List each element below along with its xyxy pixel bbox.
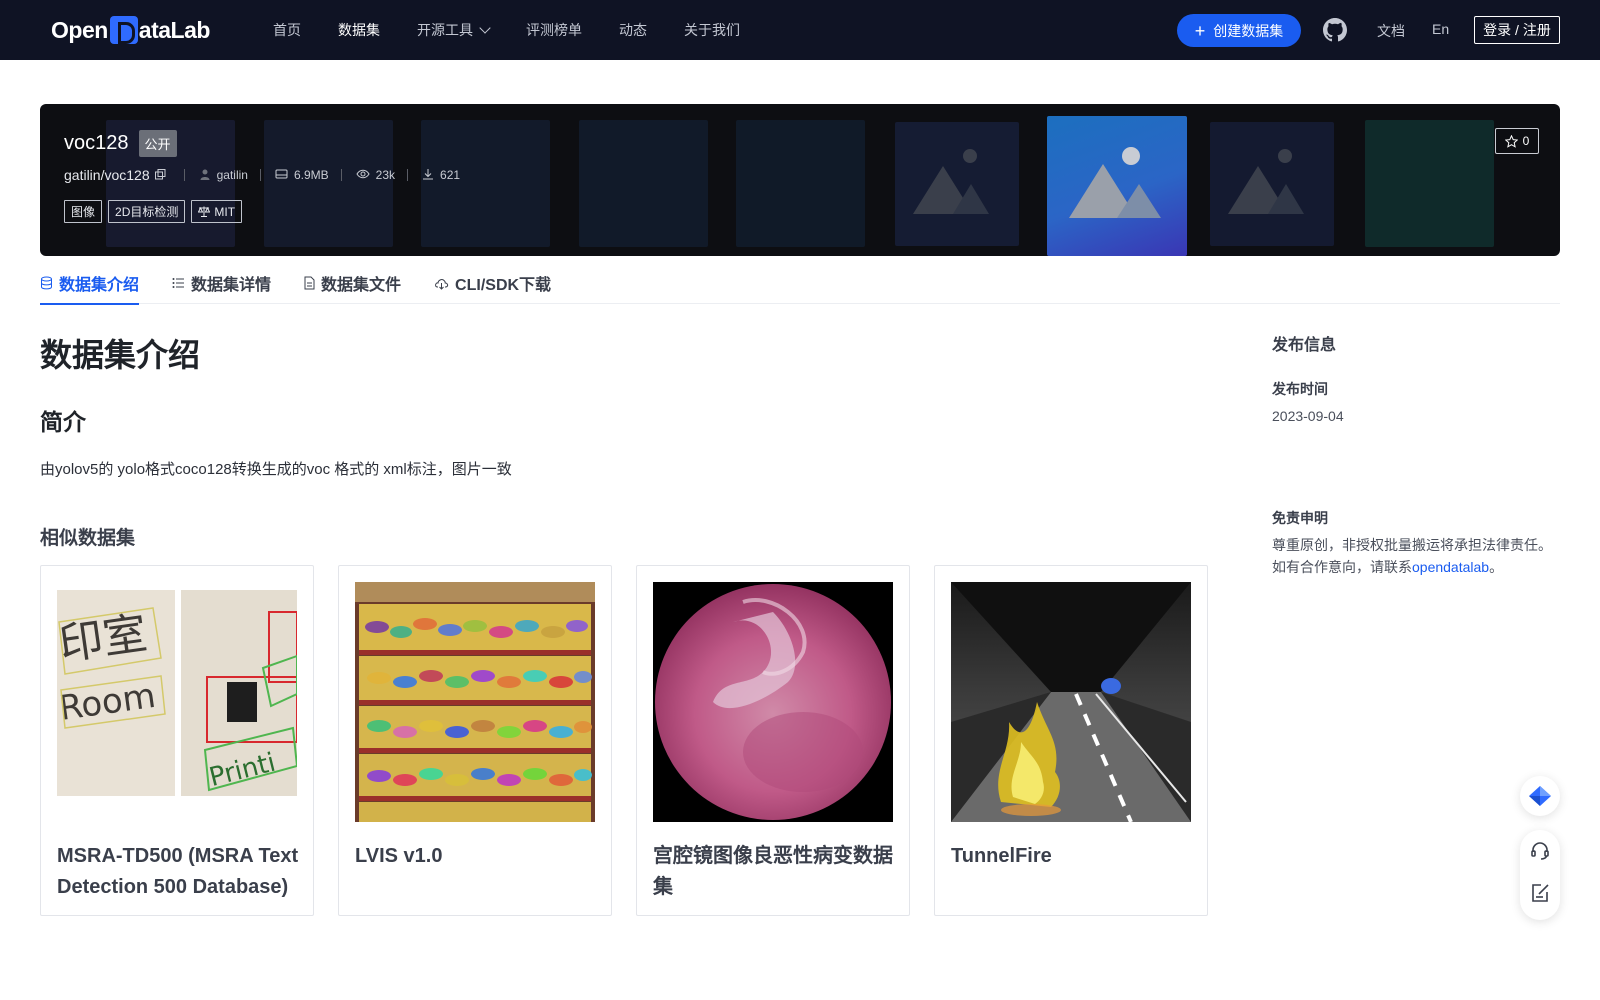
view-count: 23k — [375, 168, 396, 182]
tag-modality[interactable]: 图像 — [64, 200, 103, 223]
eye-icon — [356, 168, 370, 182]
banner-thumbnail — [264, 120, 393, 247]
similar-dataset-card[interactable]: TunnelFire — [934, 565, 1208, 916]
dataset-card-title[interactable]: 宫腔镜图像良恶性病变数据集 — [653, 841, 898, 903]
dataset-preview-image — [653, 582, 893, 822]
login-register-button[interactable]: 登录 / 注册 — [1474, 16, 1560, 44]
disclaimer-text: 尊重原创，非授权批量搬运将承担法律责任。如有合作意向，请联系opendatala… — [1272, 537, 1552, 575]
download-count: 621 — [440, 168, 461, 182]
tab-cli-sdk-download[interactable]: CLI/SDK下载 — [434, 262, 551, 304]
dataset-preview-image — [355, 582, 595, 822]
star-count: 0 — [1522, 134, 1530, 148]
dataset-path: gatilin/voc128 — [64, 167, 172, 183]
tab-dataset-details[interactable]: 数据集详情 — [172, 262, 271, 304]
section-title-similar: 相似数据集 — [40, 528, 136, 549]
similar-dataset-card[interactable]: 宫腔镜图像良恶性病变数据集 — [636, 565, 910, 916]
dataset-card-title[interactable]: TunnelFire — [951, 841, 1196, 872]
chevron-down-icon — [479, 22, 491, 34]
image-placeholder-icon — [1210, 122, 1334, 246]
main-nav: 首页 数据集 开源工具 评测榜单 动态 关于我们 — [273, 0, 777, 60]
nav-item-about[interactable]: 关于我们 — [684, 20, 740, 40]
scale-icon — [198, 206, 211, 217]
dataset-meta: gatilin/voc128 gatilin 6.9MB 23k 621 — [64, 167, 460, 183]
tag-task[interactable]: 2D目标检测 — [108, 200, 186, 223]
banner-thumbnail — [736, 120, 865, 247]
dataset-preview-image: 印室 Room Printi — [57, 582, 297, 822]
language-switch[interactable]: En — [1432, 21, 1449, 37]
dataset-tags: 图像 2D目标检测 MIT — [64, 200, 248, 223]
nav-item-datasets[interactable]: 数据集 — [338, 20, 380, 40]
image-placeholder-icon — [895, 122, 1019, 246]
disk-size-icon — [275, 168, 288, 183]
dataset-size: 6.9MB — [293, 168, 329, 182]
nav-item-leaderboard[interactable]: 评测榜单 — [526, 20, 582, 40]
intro-text: 由yolov5的 yolo格式coco128转换生成的voc 格式的 xml标注… — [40, 461, 512, 478]
top-navbar: Open ataLab 首页 数据集 开源工具 评测榜单 动态 关于我们 + 创建数… — [0, 0, 1600, 60]
tab-dataset-intro[interactable]: 数据集介绍 — [40, 262, 140, 305]
dataset-banner: voc128 公开 gatilin/voc128 gatilin 6.9MB 2… — [40, 104, 1560, 256]
banner-thumbnail — [421, 120, 550, 247]
dataset-title: voc128 公开 — [64, 130, 177, 157]
cloud-download-icon — [434, 277, 449, 290]
headset-icon[interactable] — [1530, 841, 1550, 861]
dataset-card-title[interactable]: LVIS v1.0 — [355, 841, 600, 872]
nav-item-open-tools[interactable]: 开源工具 — [417, 20, 491, 40]
banner-thumbnail — [579, 120, 708, 247]
logo-mark-icon — [109, 16, 138, 44]
page-title: 数据集介绍 — [40, 337, 201, 373]
disclaimer-label: 免责申明 — [1272, 510, 1328, 526]
docs-link[interactable]: 文档 — [1377, 21, 1405, 41]
star-button[interactable]: 0 — [1495, 128, 1539, 154]
tag-license[interactable]: MIT — [191, 200, 243, 223]
similar-datasets: 印室 Room Printi MSRA-TD500 (MSRA Text Det… — [40, 565, 1232, 916]
similar-dataset-card[interactable]: LVIS v1.0 — [338, 565, 612, 916]
dataset-tabs: 数据集介绍 数据集详情 数据集文件 CLI/SDK下载 — [40, 262, 1560, 305]
diamond-icon — [1528, 785, 1552, 807]
plus-icon: + — [1194, 20, 1206, 41]
dataset-name: voc128 — [64, 132, 129, 154]
dataset-preview-image — [951, 582, 1191, 822]
publish-date: 2023-09-04 — [1272, 408, 1344, 424]
publish-date-label: 发布时间 — [1272, 381, 1328, 397]
publish-info-title: 发布信息 — [1272, 337, 1337, 354]
feedback-edit-icon[interactable] — [1530, 883, 1550, 903]
image-placeholder-icon — [1047, 116, 1187, 256]
user-avatar-icon — [199, 168, 211, 183]
floating-assistant-button[interactable] — [1520, 776, 1560, 816]
owner-name[interactable]: gatilin — [217, 168, 248, 182]
nav-item-home[interactable]: 首页 — [273, 20, 301, 40]
nav-item-news[interactable]: 动态 — [619, 20, 647, 40]
star-icon — [1504, 134, 1518, 148]
banner-thumbnail — [1365, 120, 1494, 247]
opendatalab-link[interactable]: opendatalab — [1412, 559, 1489, 575]
database-icon — [40, 276, 53, 290]
floating-tools — [1520, 830, 1560, 920]
similar-dataset-card[interactable]: 印室 Room Printi MSRA-TD500 (MSRA Text Det… — [40, 565, 314, 916]
list-icon — [172, 277, 185, 289]
create-dataset-button[interactable]: + 创建数据集 — [1177, 14, 1301, 47]
file-icon — [304, 276, 315, 290]
dataset-card-title[interactable]: MSRA-TD500 (MSRA Text Detection 500 Data… — [57, 841, 302, 903]
download-icon — [422, 168, 434, 183]
tab-dataset-files[interactable]: 数据集文件 — [304, 262, 401, 304]
copy-icon[interactable] — [154, 167, 166, 183]
visibility-badge: 公开 — [138, 130, 177, 157]
github-icon[interactable] — [1323, 18, 1347, 42]
section-title-summary: 简介 — [40, 409, 86, 435]
opendatalab-logo[interactable]: Open ataLab — [51, 14, 210, 46]
